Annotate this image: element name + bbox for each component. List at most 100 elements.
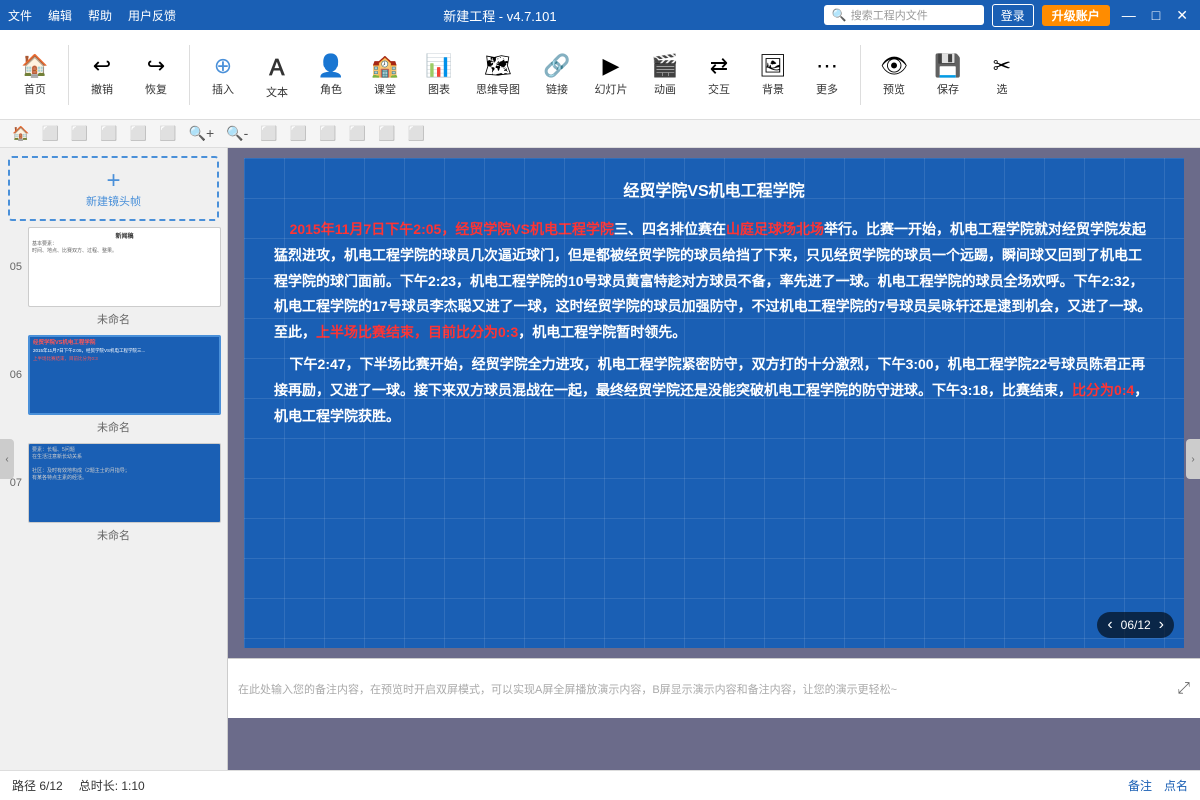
window-title: 新建工程 - v4.7.101 xyxy=(443,6,556,25)
sub-copy-btn[interactable]: ⬜ xyxy=(67,123,92,144)
interact-icon: ⇄ xyxy=(710,53,728,79)
text-date-highlight: 2015年11月7日下午2:05，经贸学院VS机电工程学院 xyxy=(290,221,614,237)
sub-fullscreen-btn[interactable]: ⬜ xyxy=(404,123,429,144)
toolbar-select[interactable]: ✂ 选 xyxy=(977,49,1027,101)
canvas-area: 经贸学院VS机电工程学院 2015年11月7日下午2:05，经贸学院VS机电工程… xyxy=(228,148,1200,770)
slide-counter: ‹ 06/12 › xyxy=(1097,612,1174,638)
minimize-button[interactable]: — xyxy=(1118,7,1140,23)
counter-next-button[interactable]: › xyxy=(1159,616,1164,634)
sub-cut-btn[interactable]: ⬜ xyxy=(126,123,151,144)
toolbar-text[interactable]: Ａ 文本 xyxy=(252,46,302,104)
toolbar-chart-label: 图表 xyxy=(428,81,450,97)
login-button[interactable]: 登录 xyxy=(992,4,1034,27)
sub-undo-btn[interactable]: ⬜ xyxy=(37,123,62,144)
slideshow-icon: ▶ xyxy=(603,53,620,79)
undo-icon: ↩ xyxy=(93,53,111,79)
toolbar-interact[interactable]: ⇄ 交互 xyxy=(694,49,744,101)
toolbar-classroom[interactable]: 🏫 课堂 xyxy=(360,49,410,101)
sub-home-btn[interactable]: 🏠 xyxy=(8,123,33,144)
toolbar: 🏠 首页 ↩ 撤销 ↪ 恢复 ⊕ 插入 Ａ 文本 👤 角色 🏫 课堂 📊 图表 … xyxy=(0,30,1200,120)
text-icon: Ａ xyxy=(266,50,288,82)
sub-paste-btn[interactable]: ⬜ xyxy=(96,123,121,144)
plus-icon: + xyxy=(106,169,120,193)
toolbar-divider-3 xyxy=(860,45,861,105)
toolbar-home-label: 首页 xyxy=(24,81,46,97)
toolbar-background[interactable]: 🖼 背景 xyxy=(748,49,798,101)
menu-help[interactable]: 帮助 xyxy=(88,7,112,24)
slide-body-text-2: 下午2:47，下半场比赛开始，经贸学院全力进攻，机电工程学院紧密防守，双方打的十… xyxy=(274,352,1154,430)
toolbar-redo[interactable]: ↪ 恢复 xyxy=(131,49,181,101)
slide-label-7: 未命名 xyxy=(26,527,201,543)
slide-thumbnail-7[interactable]: 要素：长幅、5问题在生活注意新长幼关系 社区：及时有效地构成（2题主士的月指导；… xyxy=(28,443,221,523)
search-placeholder: 搜索工程内文件 xyxy=(851,7,928,23)
toolbar-chart[interactable]: 📊 图表 xyxy=(414,49,464,101)
menu-feedback[interactable]: 用户反馈 xyxy=(128,7,176,24)
toolbar-animation[interactable]: 🎬 动画 xyxy=(640,49,690,101)
home-icon: 🏠 xyxy=(21,53,48,79)
slide-thumbnail-6[interactable]: 经贸学院VS机电工程学院 2015年11月7日下午2:05，经贸学院VS机电工程… xyxy=(28,335,221,415)
close-button[interactable]: ✕ xyxy=(1172,7,1192,24)
collapse-panel-handle[interactable]: ‹ xyxy=(0,439,14,479)
sub-zoom-in-btn[interactable]: 🔍+ xyxy=(185,123,219,144)
counter-label: 06/12 xyxy=(1121,618,1151,632)
toolbar-insert[interactable]: ⊕ 插入 xyxy=(198,49,248,101)
slide-main-title: 经贸学院VS机电工程学院 xyxy=(274,178,1154,207)
toolbar-save[interactable]: 💾 保存 xyxy=(923,49,973,101)
menu-bar: 文件 编辑 帮助 用户反馈 xyxy=(8,7,176,24)
sub-align-btn[interactable]: ⬜ xyxy=(155,123,180,144)
toolbar-slideshow[interactable]: ▶ 幻灯片 xyxy=(586,49,636,101)
toolbar-undo[interactable]: ↩ 撤销 xyxy=(77,49,127,101)
toolbar-select-label: 选 xyxy=(997,81,1008,97)
toolbar-link-label: 链接 xyxy=(546,81,568,97)
menu-edit[interactable]: 编辑 xyxy=(48,7,72,24)
slide-number-5: 05 xyxy=(6,261,22,273)
toolbar-more[interactable]: ⋯ 更多 xyxy=(802,49,852,101)
sub-grid-btn[interactable]: ⬜ xyxy=(286,123,311,144)
maximize-button[interactable]: □ xyxy=(1148,7,1164,23)
toolbar-home[interactable]: 🏠 首页 xyxy=(10,49,60,101)
toolbar-text-label: 文本 xyxy=(266,84,288,100)
toolbar-divider-1 xyxy=(68,45,69,105)
slide5-body: 基本要素：时间、地点、比赛双方、过程、整果。 xyxy=(32,241,217,255)
toolbar-mindmap[interactable]: 🗺 思维导图 xyxy=(468,49,528,101)
status-path: 路径 6/12 xyxy=(12,777,63,794)
status-left: 路径 6/12 总时长: 1:10 xyxy=(12,777,145,794)
more-icon: ⋯ xyxy=(816,53,838,79)
right-panel-toggle[interactable]: › xyxy=(1186,439,1200,479)
status-bar: 路径 6/12 总时长: 1:10 备注 点名 xyxy=(0,770,1200,800)
status-rollcall-action[interactable]: 点名 xyxy=(1164,777,1188,794)
counter-prev-button[interactable]: ‹ xyxy=(1107,616,1112,634)
notes-expand-button[interactable]: ⤢ xyxy=(1177,680,1190,698)
toolbar-interact-label: 交互 xyxy=(708,81,730,97)
toolbar-preview[interactable]: 👁 预览 xyxy=(869,49,919,101)
sub-zoom-out-btn[interactable]: 🔍- xyxy=(222,123,252,144)
sub-fit-btn[interactable]: ⬜ xyxy=(256,123,281,144)
slide-content[interactable]: 经贸学院VS机电工程学院 2015年11月7日下午2:05，经贸学院VS机电工程… xyxy=(274,178,1154,430)
status-duration: 总时长: 1:10 xyxy=(79,777,145,794)
slide-body-text: 2015年11月7日下午2:05，经贸学院VS机电工程学院三、四名排位赛在山庭足… xyxy=(274,217,1154,346)
sub-export-btn[interactable]: ⬜ xyxy=(374,123,399,144)
toolbar-animation-label: 动画 xyxy=(654,81,676,97)
toolbar-role[interactable]: 👤 角色 xyxy=(306,49,356,101)
slide-number-6: 06 xyxy=(6,369,22,381)
upgrade-button[interactable]: 升级账户 xyxy=(1042,5,1110,26)
role-icon: 👤 xyxy=(317,53,344,79)
toolbar-more-label: 更多 xyxy=(816,81,838,97)
link-icon: 🔗 xyxy=(543,53,570,79)
mindmap-icon: 🗺 xyxy=(484,53,512,79)
toolbar-mindmap-label: 思维导图 xyxy=(476,81,520,97)
new-slide-button[interactable]: + 新建镜头帧 xyxy=(8,156,219,221)
status-right: 备注 点名 xyxy=(1128,777,1188,794)
toolbar-link[interactable]: 🔗 链接 xyxy=(532,49,582,101)
toolbar-divider-2 xyxy=(189,45,190,105)
search-box[interactable]: 🔍 搜索工程内文件 xyxy=(824,5,984,25)
sub-snap-btn[interactable]: ⬜ xyxy=(315,123,340,144)
toolbar-classroom-label: 课堂 xyxy=(374,81,396,97)
text-halftime-highlight: 上半场比赛结束，目前比分为0:3 xyxy=(316,324,518,340)
menu-file[interactable]: 文件 xyxy=(8,7,32,24)
animation-icon: 🎬 xyxy=(651,53,678,79)
sub-lock-btn[interactable]: ⬜ xyxy=(345,123,370,144)
slide-thumbnail-5[interactable]: 新闻稿 基本要素：时间、地点、比赛双方、过程、整果。 xyxy=(28,227,221,307)
status-notes-action[interactable]: 备注 xyxy=(1128,777,1152,794)
select-icon: ✂ xyxy=(993,53,1011,79)
